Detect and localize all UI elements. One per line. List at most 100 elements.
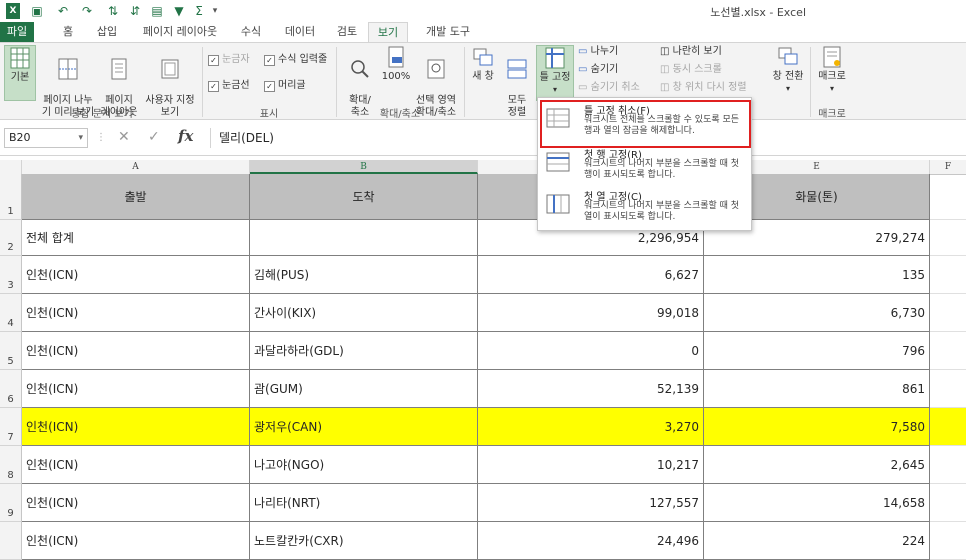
switch-windows-icon <box>778 47 798 65</box>
tab-insert[interactable]: 삽입 <box>92 22 122 42</box>
column-header-b[interactable]: B <box>250 160 478 174</box>
select-all-corner[interactable] <box>0 160 22 174</box>
table-cell[interactable]: 과달라하라(GDL) <box>250 332 478 370</box>
table-cell[interactable]: 24,496 <box>478 522 704 560</box>
row-header[interactable]: 3 <box>0 256 22 294</box>
row-header[interactable]: 4 <box>0 294 22 332</box>
table-cell[interactable] <box>930 522 966 560</box>
table-cell[interactable] <box>930 484 966 522</box>
freeze-panes-button[interactable]: 틀 고정 ▾ <box>536 45 574 101</box>
table-cell[interactable]: 2,645 <box>704 446 930 484</box>
table-cell[interactable] <box>930 294 966 332</box>
tab-home[interactable]: 홈 <box>56 22 80 42</box>
table-cell[interactable] <box>930 446 966 484</box>
table-cell[interactable]: 인천(ICN) <box>22 256 250 294</box>
switch-windows-button[interactable]: 창 전환 ▾ <box>768 45 808 95</box>
table-cell[interactable]: 간사이(KIX) <box>250 294 478 332</box>
table-cell[interactable]: 나리타(NRT) <box>250 484 478 522</box>
table-cell[interactable]: 괌(GUM) <box>250 370 478 408</box>
table-cell[interactable]: 3,270 <box>478 408 704 446</box>
row-header[interactable]: 1 <box>0 174 22 220</box>
ruler-checkbox[interactable]: ✓ 눈금자 <box>208 53 250 67</box>
hide-button[interactable]: ▭ 숨기기 <box>578 63 618 77</box>
row-header[interactable]: 8 <box>0 446 22 484</box>
table-cell[interactable]: 노트칼칸카(CXR) <box>250 522 478 560</box>
table-cell[interactable]: 전체 합계 <box>22 220 250 256</box>
header-cell[interactable]: 도착 <box>250 174 478 220</box>
name-box[interactable]: B20 ▾ <box>4 128 88 148</box>
tab-formulas[interactable]: 수식 <box>236 22 266 42</box>
table-cell[interactable]: 광저우(CAN) <box>250 408 478 446</box>
tab-page-layout[interactable]: 페이지 레이아웃 <box>138 22 222 42</box>
table-cell[interactable]: 14,658 <box>704 484 930 522</box>
sync-scroll-label: 동시 스크롤 <box>672 64 722 75</box>
table-cell[interactable] <box>930 332 966 370</box>
cancel-icon[interactable]: ✕ <box>118 129 130 145</box>
freeze-first-column-icon <box>546 194 570 214</box>
table-cell[interactable]: 인천(ICN) <box>22 522 250 560</box>
name-box-dropdown-icon[interactable]: ▾ <box>78 129 83 147</box>
table-cell[interactable]: 10,217 <box>478 446 704 484</box>
table-cell[interactable]: 52,139 <box>478 370 704 408</box>
split-button[interactable]: ▭ 나누기 <box>578 45 618 59</box>
row-header[interactable]: 7 <box>0 408 22 446</box>
row-header[interactable]: 6 <box>0 370 22 408</box>
macros-button[interactable]: 매크로 ▾ <box>814 45 850 95</box>
tab-file[interactable]: 파일 <box>0 22 34 42</box>
table-cell[interactable] <box>250 220 478 256</box>
table-cell[interactable]: 127,557 <box>478 484 704 522</box>
gridlines-checkbox[interactable]: ✓ 눈금선 <box>208 79 250 93</box>
column-header-f[interactable]: F <box>930 160 966 174</box>
table-cell[interactable]: 인천(ICN) <box>22 332 250 370</box>
synchronous-scrolling-button[interactable]: ◫ 동시 스크롤 <box>660 63 722 77</box>
normal-view-icon <box>10 47 30 69</box>
table-cell[interactable]: 796 <box>704 332 930 370</box>
table-cell[interactable]: 0 <box>478 332 704 370</box>
view-side-by-side-button[interactable]: ◫ 나란히 보기 <box>660 45 722 59</box>
tab-view[interactable]: 보기 <box>368 22 408 43</box>
reset-window-position-button[interactable]: ◫ 창 위치 다시 정렬 <box>660 81 747 95</box>
table-cell[interactable]: 인천(ICN) <box>22 408 250 446</box>
table-cell[interactable] <box>930 220 966 256</box>
table-cell[interactable] <box>930 370 966 408</box>
split-icon: ▭ <box>578 46 588 57</box>
table-cell[interactable]: 6,627 <box>478 256 704 294</box>
freeze-first-column-item[interactable]: 첫 열 고정(C) 워크시트의 나머지 부분을 스크롤할 때 첫 열이 표시되도… <box>538 186 749 228</box>
tab-developer[interactable]: 개발 도구 <box>418 22 478 42</box>
zoom-100-label: 100% <box>381 71 411 82</box>
table-cell[interactable]: 인천(ICN) <box>22 484 250 522</box>
table-cell[interactable]: 7,580 <box>704 408 930 446</box>
table-cell[interactable]: 나고야(NGO) <box>250 446 478 484</box>
formula-bar-checkbox[interactable]: ✓ 수식 입력줄 <box>264 53 327 67</box>
row-header[interactable]: 5 <box>0 332 22 370</box>
row-header[interactable] <box>0 522 22 560</box>
tab-review[interactable]: 검토 <box>332 22 362 42</box>
tab-data[interactable]: 데이터 <box>280 22 320 42</box>
table-cell[interactable]: 인천(ICN) <box>22 294 250 332</box>
enter-icon[interactable]: ✓ <box>148 129 160 145</box>
insert-function-icon[interactable]: fx <box>178 127 193 145</box>
row-header[interactable]: 2 <box>0 220 22 256</box>
table-cell[interactable]: 224 <box>704 522 930 560</box>
table-cell[interactable]: 861 <box>704 370 930 408</box>
table-cell[interactable]: 김해(PUS) <box>250 256 478 294</box>
unhide-button[interactable]: ▭ 숨기기 취소 <box>578 81 640 95</box>
new-window-button[interactable]: 새 창 <box>468 45 498 83</box>
table-cell[interactable] <box>930 256 966 294</box>
table-cell[interactable]: 135 <box>704 256 930 294</box>
table-cell[interactable] <box>930 174 966 220</box>
table-cell[interactable]: 99,018 <box>478 294 704 332</box>
row-header[interactable]: 9 <box>0 484 22 522</box>
column-header-a[interactable]: A <box>22 160 250 174</box>
table-cell[interactable]: 6,730 <box>704 294 930 332</box>
gridlines-check-icon: ✓ <box>208 81 219 92</box>
table-cell[interactable] <box>930 408 966 446</box>
freeze-top-row-item[interactable]: 첫 행 고정(R) 워크시트의 나머지 부분을 스크롤할 때 첫 행이 표시되도… <box>538 144 749 186</box>
table-cell[interactable]: 인천(ICN) <box>22 446 250 484</box>
normal-view-button[interactable]: 기본 <box>4 45 36 101</box>
headings-checkbox[interactable]: ✓ 머리글 <box>264 79 306 93</box>
arrange-all-button[interactable]: 모두 정렬 <box>500 45 534 119</box>
header-cell[interactable]: 출발 <box>22 174 250 220</box>
table-cell[interactable]: 인천(ICN) <box>22 370 250 408</box>
zoom-100-button[interactable]: 100% <box>380 45 412 83</box>
